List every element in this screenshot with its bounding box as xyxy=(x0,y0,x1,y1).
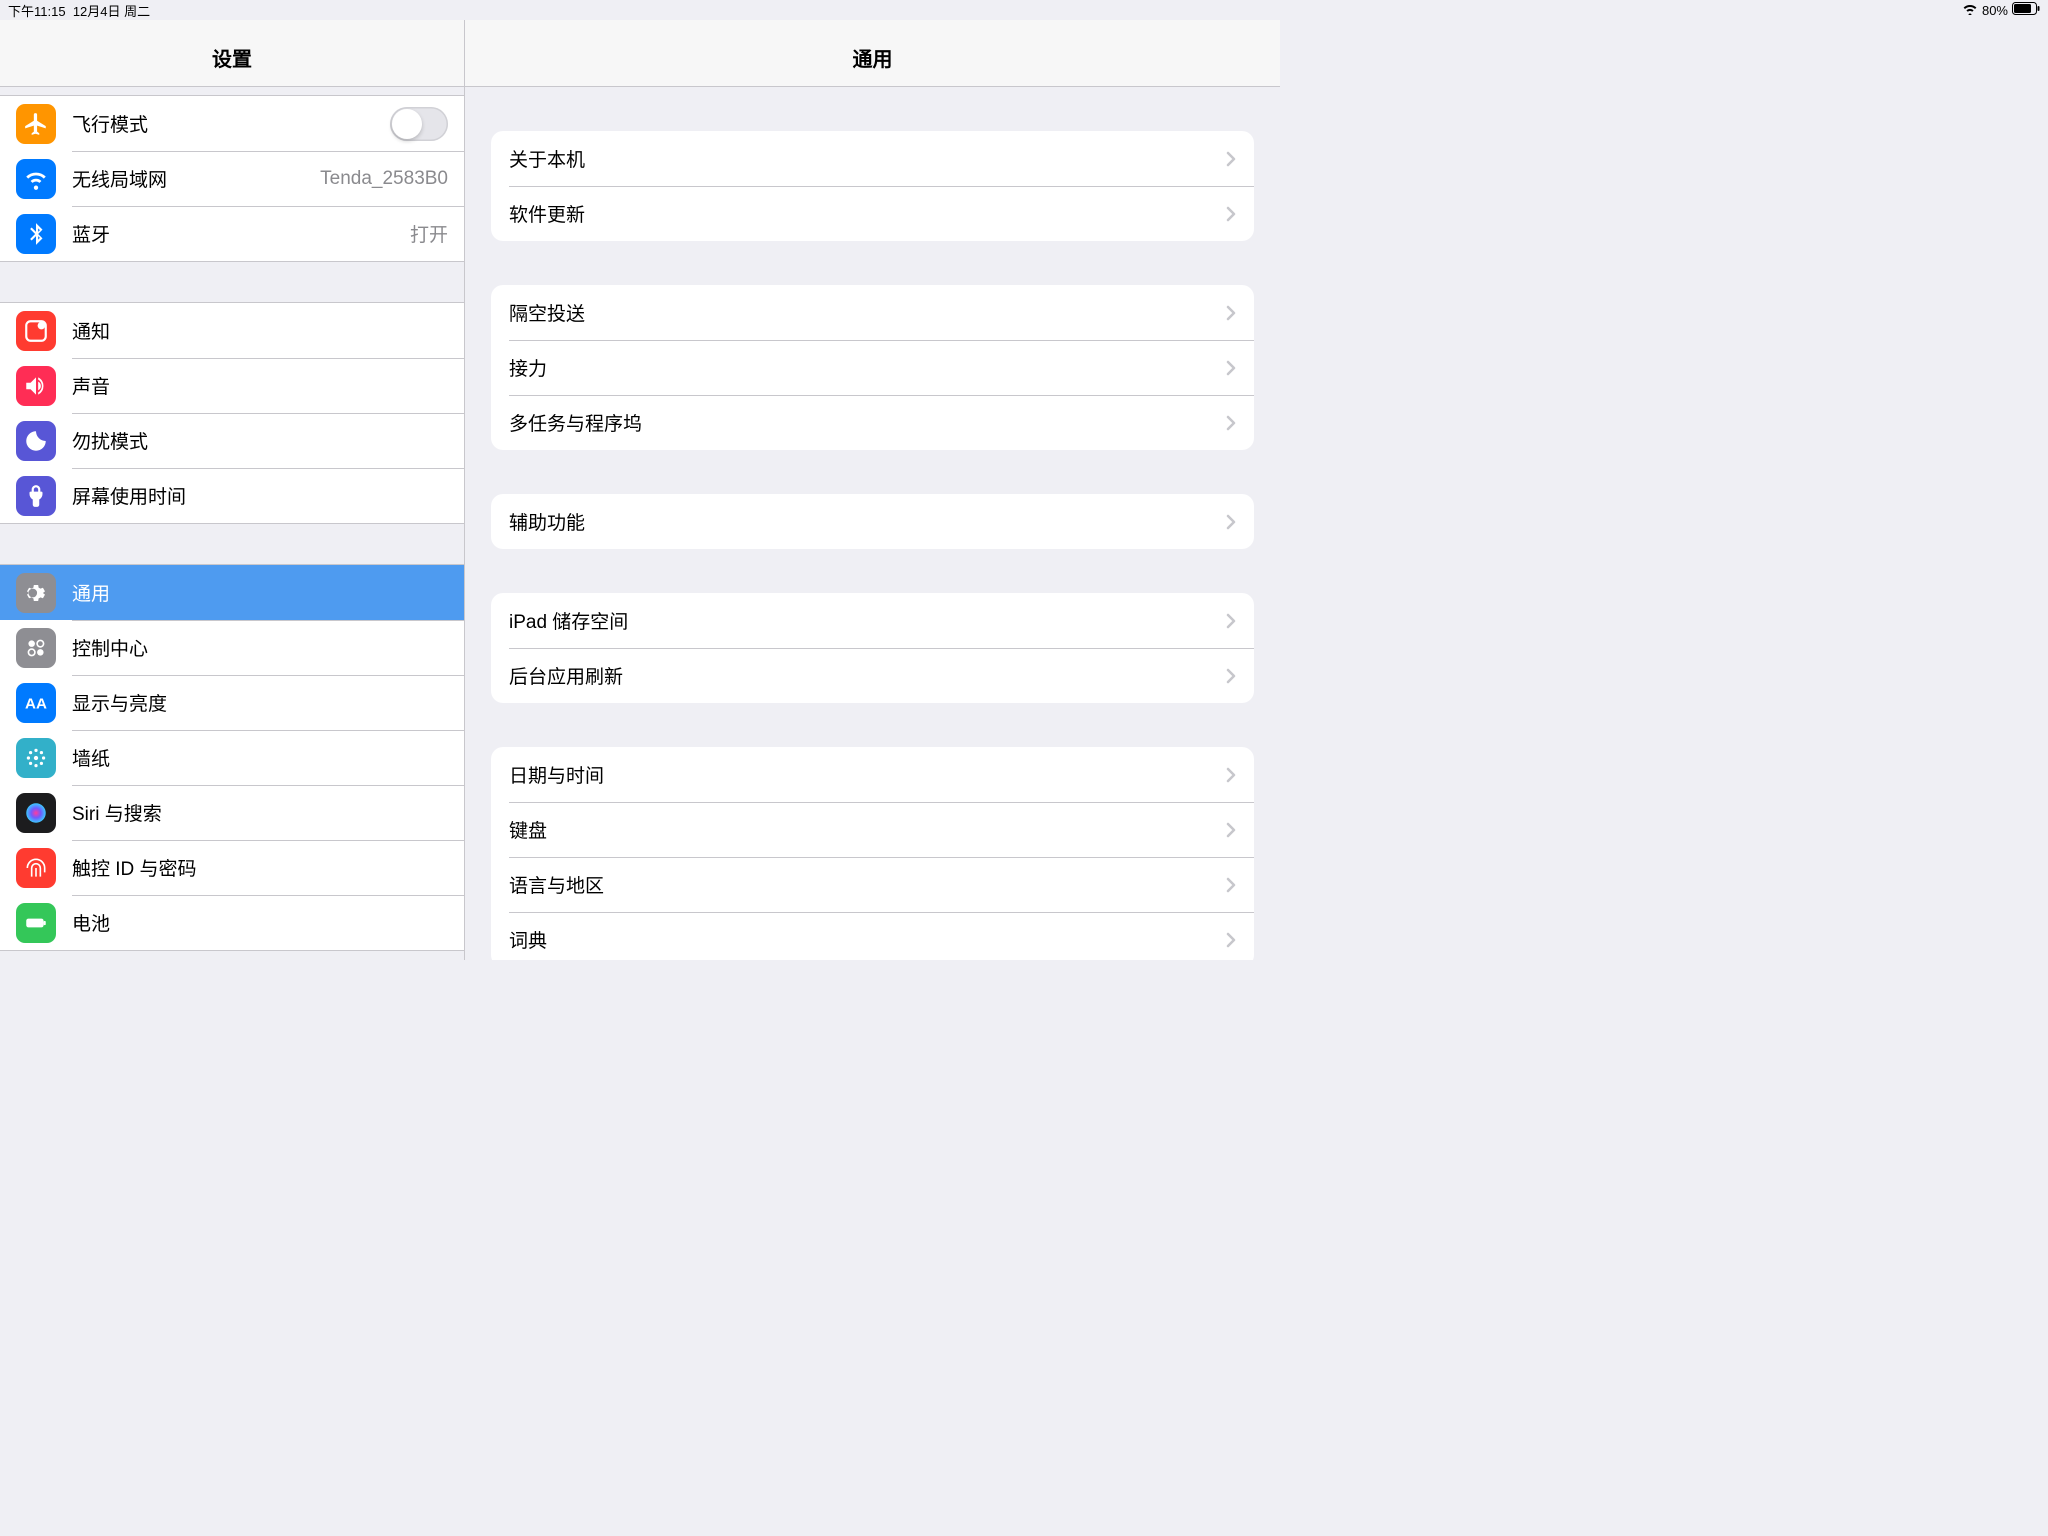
detail-row[interactable]: 软件更新 xyxy=(491,186,1254,241)
chevron-right-icon xyxy=(1226,613,1236,629)
sidebar-item[interactable]: 控制中心 xyxy=(0,620,464,675)
sidebar-item-label: 通用 xyxy=(72,579,464,606)
wifi-icon xyxy=(16,159,56,199)
sidebar-title: 设置 xyxy=(212,43,252,72)
touchid-icon xyxy=(16,848,56,888)
chevron-right-icon xyxy=(1226,151,1236,167)
detail-row-label: 隔空投送 xyxy=(509,299,1226,326)
chevron-right-icon xyxy=(1226,668,1236,684)
gear-icon xyxy=(16,573,56,613)
sidebar-item[interactable]: Siri 与搜索 xyxy=(0,785,464,840)
detail-row-label: 关于本机 xyxy=(509,145,1226,172)
display-icon: AA xyxy=(16,683,56,723)
sidebar-item-label: 触控 ID 与密码 xyxy=(72,854,464,881)
detail-row[interactable]: 语言与地区 xyxy=(491,857,1254,912)
sidebar-item-label: Siri 与搜索 xyxy=(72,799,464,826)
detail-row[interactable]: iPad 储存空间 xyxy=(491,593,1254,648)
chevron-right-icon xyxy=(1226,877,1236,893)
sidebar-item-label: 无线局域网 xyxy=(72,165,320,192)
sidebar-item-value: Tenda_2583B0 xyxy=(320,168,448,190)
airplane-toggle[interactable] xyxy=(390,107,448,141)
detail-row-label: 多任务与程序坞 xyxy=(509,409,1226,436)
sidebar-header: 设置 xyxy=(0,20,464,87)
detail-row-label: 词典 xyxy=(509,926,1226,953)
sidebar-item[interactable]: 屏幕使用时间 xyxy=(0,468,464,523)
sidebar-item[interactable]: 通用 xyxy=(0,565,464,620)
settings-sidebar: 设置 飞行模式无线局域网Tenda_2583B0蓝牙打开 通知声音勿扰模式屏幕使… xyxy=(0,20,465,960)
screentime-icon xyxy=(16,476,56,516)
chevron-right-icon xyxy=(1226,932,1236,948)
sidebar-item[interactable]: 声音 xyxy=(0,358,464,413)
chevron-right-icon xyxy=(1226,415,1236,431)
sidebar-item-label: 勿扰模式 xyxy=(72,427,464,454)
detail-row[interactable]: 隔空投送 xyxy=(491,285,1254,340)
sidebar-item-label: 显示与亮度 xyxy=(72,689,464,716)
chevron-right-icon xyxy=(1226,767,1236,783)
sidebar-item[interactable]: 通知 xyxy=(0,303,464,358)
detail-row-label: 后台应用刷新 xyxy=(509,662,1226,689)
detail-row-label: 语言与地区 xyxy=(509,871,1226,898)
sidebar-item-label: 通知 xyxy=(72,317,464,344)
sidebar-item-label: 电池 xyxy=(72,909,464,936)
sidebar-item-label: 蓝牙 xyxy=(72,220,410,247)
sidebar-item[interactable]: 电池 xyxy=(0,895,464,950)
battery-pct: 80% xyxy=(1982,3,2008,18)
detail-row[interactable]: 词典 xyxy=(491,912,1254,960)
detail-row-label: 接力 xyxy=(509,354,1226,381)
detail-row[interactable]: 接力 xyxy=(491,340,1254,395)
detail-row-label: 软件更新 xyxy=(509,200,1226,227)
dnd-icon xyxy=(16,421,56,461)
sidebar-item[interactable]: 飞行模式 xyxy=(0,96,464,151)
sidebar-item-label: 控制中心 xyxy=(72,634,464,661)
svg-text:AA: AA xyxy=(25,695,47,712)
battery-icon xyxy=(16,903,56,943)
detail-row-label: 辅助功能 xyxy=(509,508,1226,535)
sidebar-item[interactable]: 触控 ID 与密码 xyxy=(0,840,464,895)
detail-title: 通用 xyxy=(853,43,893,72)
detail-row[interactable]: 日期与时间 xyxy=(491,747,1254,802)
sound-icon xyxy=(16,366,56,406)
detail-header: 通用 xyxy=(465,20,1280,87)
sidebar-item[interactable]: 蓝牙打开 xyxy=(0,206,464,261)
notify-icon xyxy=(16,311,56,351)
status-bar: 下午11:15 12月4日 周二 80% xyxy=(0,0,2048,20)
chevron-right-icon xyxy=(1226,305,1236,321)
detail-row-label: 日期与时间 xyxy=(509,761,1226,788)
detail-row[interactable]: 键盘 xyxy=(491,802,1254,857)
battery-icon xyxy=(2012,2,2040,18)
detail-row-label: iPad 储存空间 xyxy=(509,607,1226,634)
chevron-right-icon xyxy=(1226,514,1236,530)
wifi-icon xyxy=(1962,3,1978,18)
airplane-icon xyxy=(16,104,56,144)
detail-row-label: 键盘 xyxy=(509,816,1226,843)
detail-pane: 通用 关于本机软件更新隔空投送接力多任务与程序坞辅助功能 iPad 储存空间后台应… xyxy=(465,20,1280,960)
chevron-right-icon xyxy=(1226,822,1236,838)
chevron-right-icon xyxy=(1226,360,1236,376)
sidebar-item-label: 飞行模式 xyxy=(72,110,390,137)
sidebar-item[interactable]: 无线局域网Tenda_2583B0 xyxy=(0,151,464,206)
sidebar-item[interactable]: AA 显示与亮度 xyxy=(0,675,464,730)
status-time: 下午11:15 xyxy=(8,4,66,19)
wallpaper-icon xyxy=(16,738,56,778)
detail-row[interactable]: 后台应用刷新 xyxy=(491,648,1254,703)
detail-row[interactable]: 关于本机 xyxy=(491,131,1254,186)
status-date: 12月4日 周二 xyxy=(73,4,150,19)
detail-row[interactable]: 辅助功能 xyxy=(491,494,1254,549)
sidebar-item-label: 屏幕使用时间 xyxy=(72,482,464,509)
sidebar-item-label: 声音 xyxy=(72,372,464,399)
sidebar-item-label: 墙纸 xyxy=(72,744,464,771)
control-icon xyxy=(16,628,56,668)
sidebar-item-value: 打开 xyxy=(410,220,448,247)
bluetooth-icon xyxy=(16,214,56,254)
detail-row[interactable]: 多任务与程序坞 xyxy=(491,395,1254,450)
sidebar-item[interactable]: 墙纸 xyxy=(0,730,464,785)
chevron-right-icon xyxy=(1226,206,1236,222)
sidebar-item[interactable]: 勿扰模式 xyxy=(0,413,464,468)
siri-icon xyxy=(16,793,56,833)
